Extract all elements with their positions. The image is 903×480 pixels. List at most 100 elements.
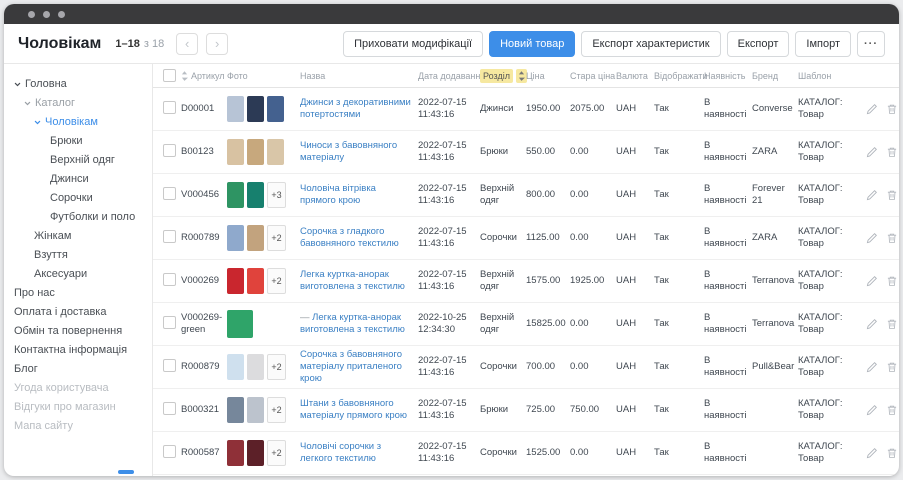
delete-button[interactable] xyxy=(886,447,898,459)
product-name-link[interactable]: Легка куртка-анорак виготовлена з тексти… xyxy=(300,269,405,292)
sidebar-item-exchange-return[interactable]: Обмін та повернення xyxy=(4,321,152,340)
product-name-link[interactable]: Сорочка з бавовняного матеріалу притален… xyxy=(300,349,402,384)
column-header-brand[interactable]: Бренд xyxy=(752,71,778,81)
export-characteristics-button[interactable]: Експорт характеристик xyxy=(581,31,720,57)
edit-button[interactable] xyxy=(866,189,878,201)
export-button[interactable]: Експорт xyxy=(727,31,790,57)
more-photos-badge[interactable]: +2 xyxy=(267,397,286,423)
column-header-template[interactable]: Шаблон xyxy=(798,71,831,81)
select-all-checkbox[interactable] xyxy=(163,69,176,82)
delete-button[interactable] xyxy=(886,361,898,373)
edit-button[interactable] xyxy=(866,146,878,158)
edit-button[interactable] xyxy=(866,232,878,244)
product-photo[interactable] xyxy=(227,268,244,294)
row-checkbox[interactable] xyxy=(163,445,176,458)
product-name-link[interactable]: Джинси з декоративними потертостями xyxy=(300,97,411,120)
sidebar-item-women[interactable]: Жінкам xyxy=(4,226,152,245)
sidebar-item-payment-delivery[interactable]: Оплата і доставка xyxy=(4,302,152,321)
column-header-currency[interactable]: Валюта xyxy=(616,71,648,81)
row-checkbox[interactable] xyxy=(163,187,176,200)
row-checkbox[interactable] xyxy=(163,402,176,415)
more-photos-badge[interactable]: +3 xyxy=(267,182,286,208)
window-zoom-button[interactable] xyxy=(58,11,65,18)
product-photo[interactable] xyxy=(227,96,244,122)
product-name-link[interactable]: Чоловічі сорочки з легкого текстилю xyxy=(300,441,381,464)
product-photo[interactable] xyxy=(247,397,264,423)
edit-button[interactable] xyxy=(866,103,878,115)
column-header-price[interactable]: Ціна xyxy=(526,71,545,81)
sidebar-item-accessories[interactable]: Аксесуари xyxy=(4,264,152,283)
row-checkbox[interactable] xyxy=(163,273,176,286)
column-header-sku[interactable]: Артикул xyxy=(191,71,225,81)
sidebar-item-sitemap[interactable]: Мапа сайту xyxy=(4,416,152,435)
product-name-link[interactable]: Чоловіча вітрівка прямого крою xyxy=(300,183,376,206)
sidebar-item-shirts[interactable]: Сорочки xyxy=(4,188,152,207)
delete-button[interactable] xyxy=(886,318,898,330)
sidebar-item-tshirts-polo[interactable]: Футболки и поло xyxy=(4,207,152,226)
product-photo[interactable] xyxy=(227,310,253,338)
row-checkbox[interactable] xyxy=(163,144,176,157)
delete-button[interactable] xyxy=(886,146,898,158)
more-photos-badge[interactable]: +2 xyxy=(267,354,286,380)
product-photo[interactable] xyxy=(247,268,264,294)
product-photo[interactable] xyxy=(227,440,244,466)
edit-button[interactable] xyxy=(866,447,878,459)
column-header-availability[interactable]: Наявність xyxy=(704,71,745,81)
more-photos-badge[interactable]: +2 xyxy=(267,440,286,466)
delete-button[interactable] xyxy=(886,275,898,287)
column-header-photo[interactable]: Фото xyxy=(227,71,248,81)
new-product-button[interactable]: Новий товар xyxy=(489,31,575,57)
hide-modifications-button[interactable]: Приховати модифікації xyxy=(343,31,483,57)
sidebar-item-pants[interactable]: Брюки xyxy=(4,131,152,150)
product-photo[interactable] xyxy=(227,139,244,165)
sidebar-item-user-agreement[interactable]: Угода користувача xyxy=(4,378,152,397)
product-photo[interactable] xyxy=(267,96,284,122)
edit-button[interactable] xyxy=(866,404,878,416)
row-checkbox[interactable] xyxy=(163,101,176,114)
row-checkbox[interactable] xyxy=(163,359,176,372)
row-checkbox[interactable] xyxy=(163,316,176,329)
product-photo[interactable] xyxy=(247,225,264,251)
edit-button[interactable] xyxy=(866,361,878,373)
sidebar-item-store-reviews[interactable]: Відгуки про магазин xyxy=(4,397,152,416)
sidebar-item-about[interactable]: Про нас xyxy=(4,283,152,302)
delete-button[interactable] xyxy=(886,232,898,244)
column-header-name[interactable]: Назва xyxy=(300,71,325,81)
sidebar-item-jeans[interactable]: Джинси xyxy=(4,169,152,188)
column-header-date[interactable]: Дата додавання xyxy=(418,71,485,81)
sidebar-item-blog[interactable]: Блог xyxy=(4,359,152,378)
product-photo[interactable] xyxy=(247,440,264,466)
window-close-button[interactable] xyxy=(28,11,35,18)
sidebar-item-catalog[interactable]: Каталог xyxy=(4,93,152,112)
delete-button[interactable] xyxy=(886,189,898,201)
more-photos-badge[interactable]: +2 xyxy=(267,268,286,294)
product-photo[interactable] xyxy=(227,182,244,208)
sidebar-item-home[interactable]: Головна xyxy=(4,74,152,93)
next-page-button[interactable]: › xyxy=(206,33,228,55)
product-photo[interactable] xyxy=(227,225,244,251)
scrollbar-thumb[interactable] xyxy=(118,470,134,474)
product-photo[interactable] xyxy=(247,96,264,122)
product-photo[interactable] xyxy=(247,139,264,165)
import-button[interactable]: Імпорт xyxy=(795,31,851,57)
product-name-link[interactable]: Сорочка з гладкого бавовняного текстилю xyxy=(300,226,399,249)
sort-arrows-icon[interactable] xyxy=(181,71,188,81)
product-name-link[interactable]: Легка куртка-анорак виготовлена з тексти… xyxy=(300,312,405,335)
window-minimize-button[interactable] xyxy=(43,11,50,18)
sidebar-item-shoes[interactable]: Взуття xyxy=(4,245,152,264)
product-name-link[interactable]: Штани з бавовняного матеріалу прямого кр… xyxy=(300,398,407,421)
sidebar-item-contacts[interactable]: Контактна інформація xyxy=(4,340,152,359)
more-photos-badge[interactable]: +2 xyxy=(267,225,286,251)
row-checkbox[interactable] xyxy=(163,230,176,243)
more-button[interactable]: ··· xyxy=(857,31,885,57)
product-photo[interactable] xyxy=(227,354,244,380)
edit-button[interactable] xyxy=(866,318,878,330)
prev-page-button[interactable]: ‹ xyxy=(176,33,198,55)
product-name-link[interactable]: Чиноси з бавовняного матеріалу xyxy=(300,140,397,163)
delete-button[interactable] xyxy=(886,404,898,416)
delete-button[interactable] xyxy=(886,103,898,115)
product-photo[interactable] xyxy=(247,182,264,208)
product-photo[interactable] xyxy=(227,397,244,423)
column-header-old_price[interactable]: Стара ціна xyxy=(570,71,615,81)
column-header-display[interactable]: Відображати xyxy=(654,71,707,81)
